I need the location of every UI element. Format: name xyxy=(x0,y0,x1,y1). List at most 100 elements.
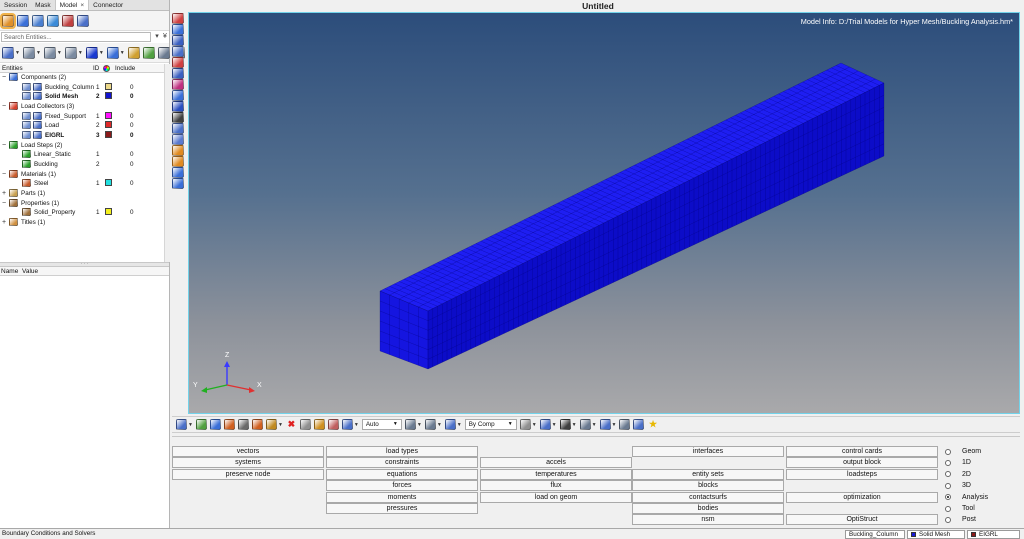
numbers-icon[interactable] xyxy=(172,112,184,123)
element-display-icon[interactable] xyxy=(599,419,611,430)
tree-folder[interactable]: − Components (2) xyxy=(0,73,164,83)
entity-color-swatch[interactable] xyxy=(105,121,112,129)
search-input[interactable] xyxy=(1,32,151,42)
delete-icon[interactable]: ✖ xyxy=(286,419,297,430)
find-icon[interactable] xyxy=(47,14,59,27)
show-pick-icon[interactable] xyxy=(327,419,339,430)
tree-folder[interactable]: − Properties (1) xyxy=(0,198,164,209)
entity-type-icon[interactable] xyxy=(2,46,14,59)
tree-item[interactable]: Buckling_Column 1 0 xyxy=(0,82,164,93)
accels-button[interactable]: accels xyxy=(480,457,632,469)
menu-arrow-icon[interactable]: ▼ xyxy=(354,422,359,428)
collapse-icon[interactable]: − xyxy=(2,170,6,180)
interfaces-button[interactable]: interfaces xyxy=(632,446,784,457)
tree-item[interactable]: Linear_Static 1 0 xyxy=(0,150,164,160)
menu-arrow-icon[interactable]: ▼ xyxy=(572,422,577,428)
free-edges-icon[interactable] xyxy=(172,90,184,101)
reflect-icon[interactable] xyxy=(172,178,184,189)
color-column-icon[interactable] xyxy=(103,65,110,72)
constraints-button[interactable]: constraints xyxy=(326,457,478,469)
abc-label-icon[interactable] xyxy=(172,156,184,167)
organize-icon[interactable] xyxy=(32,14,44,27)
tree-item[interactable]: Solid_Property 1 0 xyxy=(0,208,164,218)
expand-icon[interactable]: + xyxy=(2,189,6,199)
forces-button[interactable]: forces xyxy=(326,480,478,492)
menu-arrow-icon[interactable]: ▼ xyxy=(532,422,537,428)
search-options-icon[interactable]: ▾ xyxy=(153,32,161,42)
rotate-icon[interactable] xyxy=(404,419,416,430)
by-comp-dropdown[interactable]: By Comp ▼ xyxy=(464,419,517,430)
info-icon[interactable] xyxy=(172,101,184,112)
visibility-icon[interactable] xyxy=(22,131,31,140)
blocks-button[interactable]: blocks xyxy=(632,480,784,492)
radio-button-icon[interactable] xyxy=(945,482,951,489)
nsm-button[interactable]: nsm xyxy=(632,514,784,526)
menu-arrow-icon[interactable]: ▼ xyxy=(592,422,597,428)
entity-sets-button[interactable]: entity sets xyxy=(632,468,784,480)
radio-button-icon[interactable] xyxy=(945,471,951,478)
show-icon[interactable] xyxy=(22,46,35,59)
radio-button-icon[interactable] xyxy=(945,448,951,455)
menu-arrow-icon[interactable]: ▼ xyxy=(417,422,422,428)
tree-item[interactable]: Fixed_Support 1 0 xyxy=(0,111,164,122)
collapse-icon[interactable]: − xyxy=(2,141,6,151)
model-viewport[interactable]: Z X Y xyxy=(189,13,1019,413)
radio-button-icon[interactable] xyxy=(945,459,951,466)
element-color-icon[interactable] xyxy=(172,79,184,90)
collapse-icon[interactable]: − xyxy=(2,73,6,83)
menu-arrow-icon[interactable]: ▼ xyxy=(188,422,193,428)
tree-item[interactable]: Steel 1 0 xyxy=(0,179,164,189)
display-icon[interactable] xyxy=(2,14,14,27)
shaded-icon[interactable] xyxy=(172,35,184,46)
eye-icon[interactable] xyxy=(157,46,170,59)
entity-color-swatch[interactable] xyxy=(105,82,112,90)
reverse-icon[interactable] xyxy=(223,419,235,430)
reorder-icon[interactable] xyxy=(62,14,74,27)
menu-arrow-icon[interactable]: ▼ xyxy=(457,422,462,428)
ball-icon[interactable] xyxy=(85,46,98,59)
menu-arrow-icon[interactable]: ▼ xyxy=(15,50,20,56)
column-id[interactable]: ID xyxy=(93,64,99,73)
tree-folder[interactable]: + Parts (1) xyxy=(0,189,164,199)
renumber-icon[interactable] xyxy=(77,14,89,27)
lighting-icon[interactable] xyxy=(619,419,631,430)
quality-icon[interactable] xyxy=(172,134,184,145)
mesh-lines-icon[interactable] xyxy=(172,68,184,79)
mesh-display-icon[interactable] xyxy=(519,419,531,430)
column-entities[interactable]: Entities xyxy=(2,64,23,73)
visibility-icon[interactable] xyxy=(22,121,31,130)
star-icon[interactable]: ★ xyxy=(647,419,658,430)
column-include[interactable]: Include xyxy=(115,64,135,73)
menu-arrow-icon[interactable]: ▼ xyxy=(552,422,557,428)
entity-color-swatch[interactable] xyxy=(105,208,112,216)
control-cards-button[interactable]: control cards xyxy=(786,446,938,457)
contactsurfs-button[interactable]: contactsurfs xyxy=(632,491,784,503)
mask-adjacent-icon[interactable] xyxy=(237,419,249,430)
output-block-button[interactable]: output block xyxy=(786,457,938,469)
menu-arrow-icon[interactable]: ▼ xyxy=(57,50,62,56)
menu-arrow-icon[interactable]: ▼ xyxy=(78,50,83,56)
surface-display-icon[interactable] xyxy=(579,419,591,430)
tree-item[interactable]: Load 2 0 xyxy=(0,121,164,131)
menu-arrow-icon[interactable]: ▼ xyxy=(437,422,442,428)
tab-session[interactable]: Session xyxy=(0,0,31,10)
entity-color-swatch[interactable] xyxy=(105,179,112,187)
line-display-icon[interactable] xyxy=(559,419,571,430)
isolate-icon[interactable] xyxy=(64,46,77,59)
shrink-icon[interactable] xyxy=(172,167,184,178)
cursor-icon[interactable] xyxy=(127,46,140,59)
import-icon[interactable] xyxy=(142,46,155,59)
search-more-icon[interactable]: ¥ xyxy=(161,32,169,42)
show-all-icon[interactable] xyxy=(43,46,56,59)
menu-arrow-icon[interactable]: ▼ xyxy=(99,50,104,56)
visibility-icon[interactable] xyxy=(22,92,31,101)
tree-item[interactable]: EIGRL 3 0 xyxy=(0,131,164,141)
loadsteps-button[interactable]: loadsteps xyxy=(786,468,938,480)
current-include-field[interactable]: Buckling_Column xyxy=(845,530,905,539)
tree-folder[interactable]: − Materials (1) xyxy=(0,169,164,180)
transparency-icon[interactable] xyxy=(172,57,184,68)
load-types-button[interactable]: load types xyxy=(326,446,478,457)
entity-color-swatch[interactable] xyxy=(105,131,112,139)
label-icon[interactable] xyxy=(172,145,184,156)
temperatures-button[interactable]: temperatures xyxy=(480,468,632,480)
